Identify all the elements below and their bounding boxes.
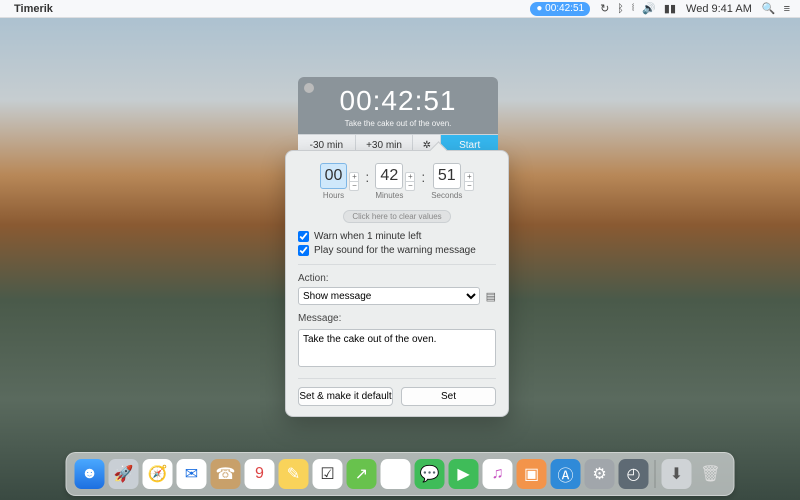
sound-label: Play sound for the warning message — [314, 245, 476, 256]
hours-up[interactable]: + — [349, 172, 359, 181]
minutes-down[interactable]: − — [405, 181, 415, 191]
hours-down[interactable]: − — [349, 181, 359, 191]
dock-itunes-icon[interactable]: ♫ — [483, 459, 513, 489]
dock-maps-icon[interactable]: ↗︎ — [347, 459, 377, 489]
dock-timerik-icon[interactable]: ◴ — [619, 459, 649, 489]
sound-checkbox[interactable] — [298, 245, 309, 256]
dock-ibooks-icon[interactable]: ▣ — [517, 459, 547, 489]
seconds-field[interactable]: 51 — [433, 163, 461, 189]
minutes-up[interactable]: + — [405, 172, 415, 181]
dock-mail-icon[interactable]: ✉︎ — [177, 459, 207, 489]
time-steppers: 00 Hours +− : 42 Minutes +− : 51 Seconds… — [298, 163, 496, 200]
timer-window: 00:42:51 Take the cake out of the oven. … — [298, 77, 498, 156]
action-heading: Action: — [298, 273, 496, 284]
dock-launchpad-icon[interactable]: 🚀 — [109, 459, 139, 489]
sound-checkbox-row[interactable]: Play sound for the warning message — [298, 245, 496, 256]
minutes-field[interactable]: 42 — [375, 163, 403, 189]
presets-icon[interactable]: ▤ — [486, 290, 496, 303]
timer-subtitle: Take the cake out of the oven. — [308, 119, 488, 128]
close-button[interactable] — [304, 83, 314, 93]
menubar-timer-pill[interactable]: ● 00:42:51 — [530, 2, 590, 16]
timer-display: 00:42:51 — [308, 85, 488, 117]
dock-appstore-icon[interactable]: Ⓐ — [551, 459, 581, 489]
set-default-button[interactable]: Set & make it default — [298, 387, 393, 406]
dock-facetime-icon[interactable]: ▶︎ — [449, 459, 479, 489]
notification-center-icon[interactable]: ≡ — [784, 3, 790, 15]
menubar-clock[interactable]: Wed 9:41 AM — [686, 3, 752, 15]
bluetooth-icon[interactable]: ᛒ — [617, 3, 624, 15]
dock-photos-icon[interactable]: ✿ — [381, 459, 411, 489]
menubar: Timerik ● 00:42:51 ↻ ᛒ ⧙ 🔊 ▮▮ Wed 9:41 A… — [0, 0, 800, 18]
hours-label: Hours — [323, 191, 344, 200]
timer-header: 00:42:51 Take the cake out of the oven. — [298, 77, 498, 134]
battery-icon[interactable]: ▮▮ — [664, 2, 676, 15]
dock-reminders-icon[interactable]: ☑︎ — [313, 459, 343, 489]
seconds-down[interactable]: − — [464, 181, 474, 191]
dock-notes-icon[interactable]: ✎ — [279, 459, 309, 489]
seconds-up[interactable]: + — [464, 172, 474, 181]
timemachine-icon[interactable]: ↻ — [600, 2, 609, 15]
dock-preferences-icon[interactable]: ⚙︎ — [585, 459, 615, 489]
seconds-label: Seconds — [431, 191, 462, 200]
dock-messages-icon[interactable]: 💬 — [415, 459, 445, 489]
dock-finder-icon[interactable]: ☻ — [75, 459, 105, 489]
spotlight-icon[interactable]: 🔍 — [762, 2, 776, 15]
dock-safari-icon[interactable]: 🧭 — [143, 459, 173, 489]
settings-popover: 00 Hours +− : 42 Minutes +− : 51 Seconds… — [285, 150, 509, 417]
minutes-label: Minutes — [375, 191, 403, 200]
dock-separator — [655, 460, 656, 488]
warn-checkbox[interactable] — [298, 231, 309, 242]
action-select[interactable]: Show message — [298, 287, 480, 305]
dock-trash-icon[interactable]: 🗑 — [696, 459, 726, 489]
dock-downloads-icon[interactable]: ⬇︎ — [662, 459, 692, 489]
message-heading: Message: — [298, 313, 496, 324]
warn-label: Warn when 1 minute left — [314, 231, 421, 242]
warn-checkbox-row[interactable]: Warn when 1 minute left — [298, 231, 496, 242]
set-button[interactable]: Set — [401, 387, 496, 406]
wifi-icon[interactable]: ⧙ — [632, 2, 634, 15]
dock-calendar-icon[interactable]: 9 — [245, 459, 275, 489]
app-name[interactable]: Timerik — [14, 3, 53, 15]
message-field[interactable]: Take the cake out of the oven. — [298, 329, 496, 367]
dock-contacts-icon[interactable]: ☎︎ — [211, 459, 241, 489]
hours-field[interactable]: 00 — [320, 163, 348, 189]
dock: ☻ 🚀 🧭 ✉︎ ☎︎ 9 ✎ ☑︎ ↗︎ ✿ 💬 ▶︎ ♫ ▣ Ⓐ ⚙︎ ◴ … — [66, 452, 735, 496]
volume-icon[interactable]: 🔊 — [642, 2, 656, 15]
clear-values-link[interactable]: Click here to clear values — [343, 210, 450, 223]
